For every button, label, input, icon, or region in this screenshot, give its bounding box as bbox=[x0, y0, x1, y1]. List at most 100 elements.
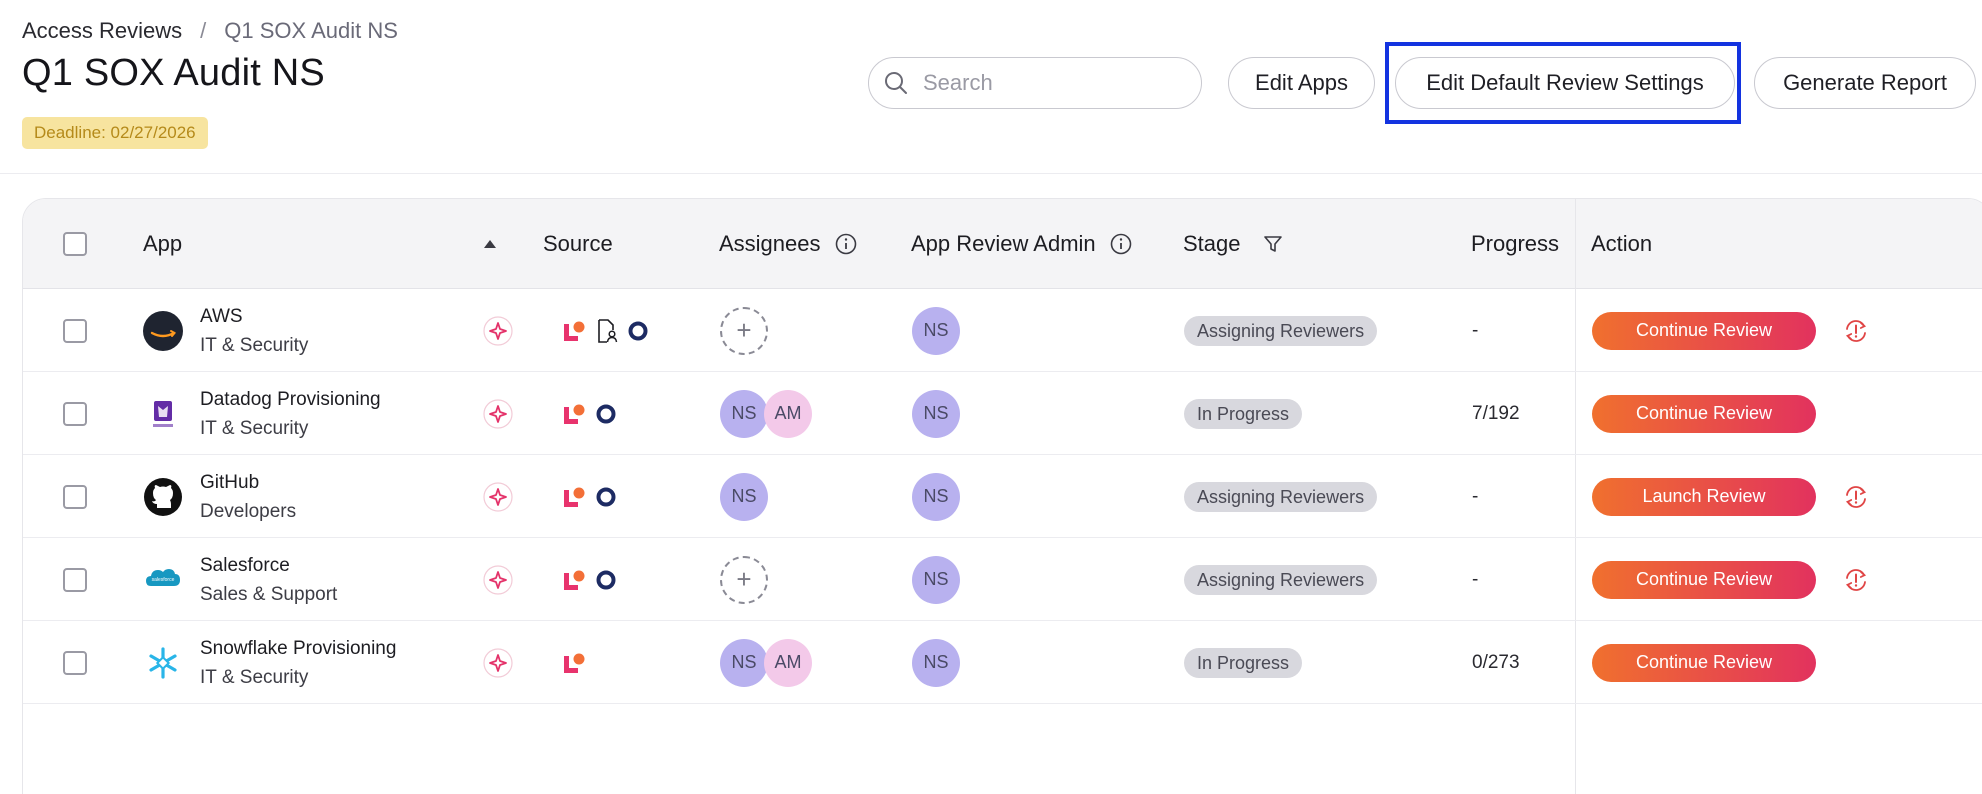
header-progress: Progress bbox=[1471, 199, 1559, 289]
header-admin-label: App Review Admin bbox=[911, 231, 1096, 256]
row-checkbox[interactable] bbox=[63, 567, 87, 592]
continue-review-button[interactable]: Continue Review bbox=[1592, 311, 1816, 350]
stage-cell: Assigning Reviewers bbox=[1184, 538, 1378, 621]
stage-cell: Assigning Reviewers bbox=[1184, 289, 1378, 372]
snowflake-logo bbox=[143, 643, 183, 683]
header-app-review-admin: App Review Admin bbox=[911, 199, 1132, 289]
github-logo bbox=[143, 477, 183, 517]
salesforce-logo: salesforce bbox=[143, 560, 183, 600]
sync-alert-icon[interactable] bbox=[1842, 483, 1870, 511]
table-row[interactable]: AWS IT & Security + NS Assigning Reviewe… bbox=[23, 289, 1982, 372]
app-info[interactable]: AWS IT & Security bbox=[200, 289, 308, 372]
continue-review-button[interactable]: Continue Review bbox=[1592, 560, 1816, 599]
search-input[interactable] bbox=[923, 70, 1183, 96]
app-logo-cell bbox=[143, 621, 183, 704]
header-action-label: Action bbox=[1591, 231, 1653, 256]
stage-badge: Assigning Reviewers bbox=[1184, 315, 1378, 346]
header-app[interactable]: App bbox=[143, 199, 182, 289]
row-select-cell bbox=[63, 455, 87, 538]
datadog-logo bbox=[143, 394, 183, 434]
app-name[interactable]: Datadog Provisioning bbox=[200, 385, 381, 414]
edit-default-review-settings-button[interactable]: Edit Default Review Settings bbox=[1395, 57, 1735, 109]
app-name[interactable]: Salesforce bbox=[200, 551, 290, 580]
source-icons bbox=[483, 372, 617, 455]
filter-icon[interactable] bbox=[1263, 234, 1283, 254]
header-assignees: Assignees bbox=[719, 199, 857, 289]
row-select-cell bbox=[63, 538, 87, 621]
aws-logo bbox=[143, 310, 183, 351]
file-user-icon bbox=[595, 318, 619, 344]
select-all-checkbox[interactable] bbox=[63, 232, 87, 256]
progress-cell: - bbox=[1472, 289, 1478, 372]
source-icons bbox=[483, 621, 587, 704]
search-icon bbox=[885, 72, 907, 94]
row-checkbox[interactable] bbox=[63, 484, 87, 509]
app-name[interactable]: Snowflake Provisioning bbox=[200, 634, 396, 663]
app-info[interactable]: Snowflake Provisioning IT & Security bbox=[200, 621, 396, 704]
table-row[interactable]: salesforce Salesforce Sales & Support + … bbox=[23, 538, 1982, 621]
edit-apps-button[interactable]: Edit Apps bbox=[1228, 57, 1375, 109]
admin-cell: NS bbox=[912, 289, 960, 372]
assignee-avatar: AM bbox=[764, 638, 812, 687]
app-logo-cell bbox=[143, 455, 183, 538]
assignee-avatar: AM bbox=[764, 389, 812, 438]
admin-cell: NS bbox=[912, 455, 960, 538]
sync-alert-icon[interactable] bbox=[1842, 566, 1870, 594]
app-info[interactable]: GitHub Developers bbox=[200, 455, 296, 538]
breadcrumb-access-reviews[interactable]: Access Reviews bbox=[22, 18, 182, 44]
breadcrumb-separator: / bbox=[200, 18, 207, 43]
ai-sparkle-icon bbox=[483, 315, 513, 346]
app-info[interactable]: Salesforce Sales & Support bbox=[200, 538, 337, 621]
admin-cell: NS bbox=[912, 538, 960, 621]
header-app-label: App bbox=[143, 231, 183, 256]
header-assignees-label: Assignees bbox=[719, 231, 821, 256]
header-stage: Stage bbox=[1183, 199, 1283, 289]
action-cell: Continue Review bbox=[1592, 538, 1870, 621]
generate-report-button[interactable]: Generate Report bbox=[1754, 57, 1976, 109]
progress-value: - bbox=[1472, 485, 1479, 507]
table-row[interactable]: Snowflake Provisioning IT & Security NS A… bbox=[23, 621, 1982, 704]
header-source-label: Source bbox=[543, 231, 613, 256]
stage-badge: Assigning Reviewers bbox=[1184, 564, 1378, 595]
app-name[interactable]: GitHub bbox=[200, 468, 259, 497]
row-checkbox[interactable] bbox=[63, 318, 87, 343]
assignees-cell: NS AM bbox=[720, 372, 812, 455]
info-icon[interactable] bbox=[835, 233, 857, 255]
okta-icon bbox=[627, 320, 649, 342]
stage-cell: In Progress bbox=[1184, 372, 1303, 455]
add-assignee-button[interactable]: + bbox=[720, 306, 768, 355]
continue-review-button[interactable]: Continue Review bbox=[1592, 394, 1816, 433]
header-divider bbox=[0, 173, 1982, 174]
progress-value: - bbox=[1472, 568, 1479, 590]
stage-cell: Assigning Reviewers bbox=[1184, 455, 1378, 538]
table-row[interactable]: GitHub Developers NS NS Assigning Review… bbox=[23, 455, 1982, 538]
header-progress-label: Progress bbox=[1471, 231, 1560, 256]
sync-alert-icon[interactable] bbox=[1842, 317, 1870, 345]
info-icon[interactable] bbox=[1110, 233, 1132, 255]
breadcrumb: Access Reviews / Q1 SOX Audit NS bbox=[22, 18, 398, 44]
admin-avatar: NS bbox=[912, 638, 960, 687]
admin-avatar: NS bbox=[912, 306, 960, 355]
launch-review-button[interactable]: Launch Review bbox=[1592, 477, 1816, 516]
lumos-icon bbox=[561, 484, 587, 510]
sort-ascending-icon[interactable] bbox=[483, 199, 497, 289]
app-category: IT & Security bbox=[200, 417, 309, 439]
select-all-cell bbox=[63, 199, 87, 289]
app-name[interactable]: AWS bbox=[200, 302, 243, 331]
row-checkbox[interactable] bbox=[63, 650, 87, 675]
table-row[interactable]: Datadog Provisioning IT & Security NS AM … bbox=[23, 372, 1982, 455]
lumos-icon bbox=[561, 318, 587, 344]
progress-cell: - bbox=[1472, 455, 1478, 538]
progress-cell: 7/192 bbox=[1472, 372, 1520, 455]
row-checkbox[interactable] bbox=[63, 401, 87, 426]
assignee-avatar: NS bbox=[720, 472, 768, 521]
continue-review-button[interactable]: Continue Review bbox=[1592, 643, 1816, 682]
ai-sparkle-icon bbox=[483, 481, 513, 512]
progress-cell: 0/273 bbox=[1472, 621, 1520, 704]
stage-cell: In Progress bbox=[1184, 621, 1303, 704]
add-assignee-button[interactable]: + bbox=[720, 555, 768, 604]
app-info[interactable]: Datadog Provisioning IT & Security bbox=[200, 372, 381, 455]
row-select-cell bbox=[63, 621, 87, 704]
source-icons bbox=[483, 455, 617, 538]
search-box[interactable] bbox=[868, 57, 1202, 109]
